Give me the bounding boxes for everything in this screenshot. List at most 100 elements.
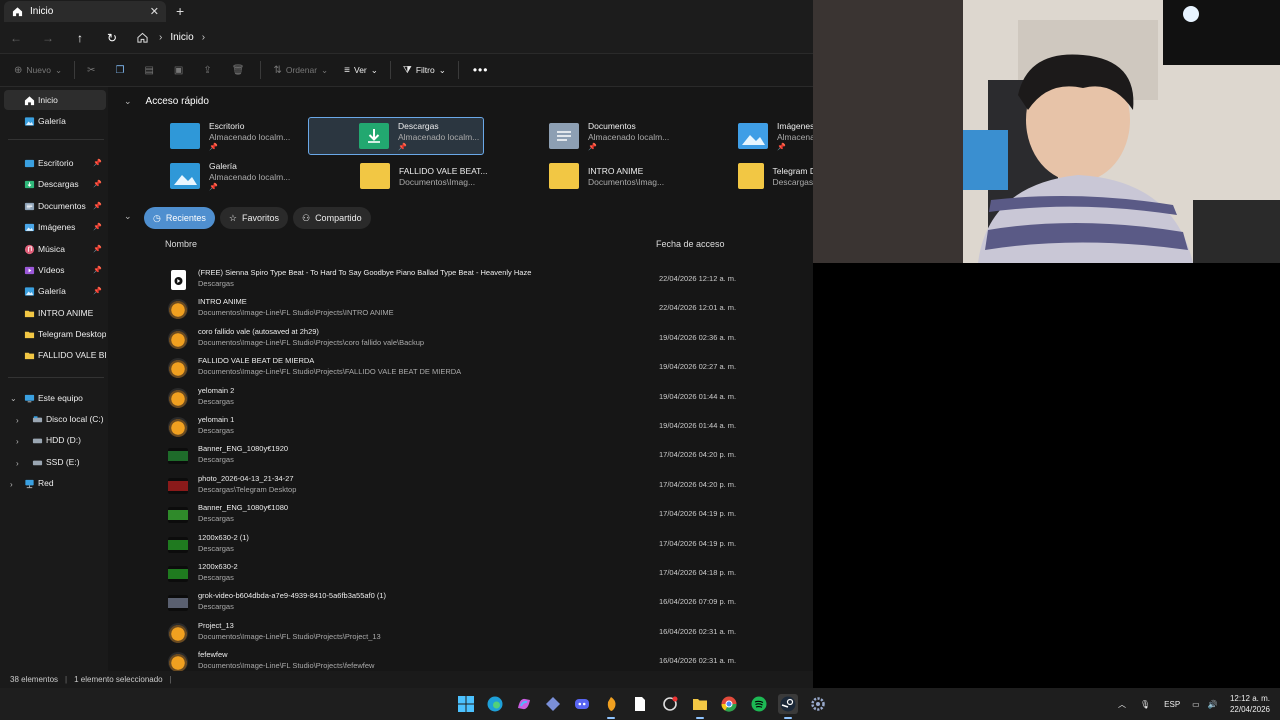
- microphone-icon[interactable]: 🎙: [1140, 700, 1150, 709]
- chevron-down-icon[interactable]: ⌄: [124, 96, 132, 107]
- quick-access-galeria[interactable]: Galería Almacenado localm... 📌: [158, 157, 334, 195]
- sidebar-item-hdd-d[interactable]: HDD (D:): [4, 430, 106, 450]
- sidebar-item-imagenes[interactable]: Imágenes 📌: [4, 217, 106, 237]
- table-row[interactable]: yelomain 1 Descargas 19/04/2026 01:44 a. m…: [164, 412, 804, 441]
- sidebar-item-disco-c[interactable]: Disco local (C:): [4, 409, 106, 429]
- table-row[interactable]: fefewfew Documentos\Image-Line\FL Studio\…: [164, 647, 804, 671]
- cut-button[interactable]: ✂: [79, 54, 107, 86]
- sidebar-item-galeria-pinned[interactable]: Galería 📌: [4, 281, 106, 301]
- forward-icon[interactable]: →: [32, 31, 64, 45]
- notification-app-icon[interactable]: [660, 694, 680, 714]
- divider: |: [169, 675, 172, 684]
- file-explorer-icon[interactable]: [690, 694, 710, 719]
- gallery-icon: [170, 163, 200, 189]
- sidebar-item-telegram-desktop[interactable]: Telegram Desktop: [4, 324, 106, 344]
- sidebar-item-red[interactable]: Red: [4, 473, 106, 493]
- windows-start-icon[interactable]: [456, 694, 476, 714]
- table-row[interactable]: (FREE) Sienna Spiro Type Beat - To Hard …: [164, 265, 804, 294]
- new-button[interactable]: ⊕ Nuevo ⌄: [0, 54, 70, 86]
- quick-access-header[interactable]: ⌄ Acceso rápido: [124, 96, 209, 107]
- sidebar-item-galeria[interactable]: Galería: [4, 111, 106, 131]
- fl-studio-icon: [168, 299, 188, 320]
- sidebar-item-label: Descargas: [38, 179, 79, 189]
- paste-button[interactable]: ▤: [136, 54, 165, 86]
- table-row[interactable]: 1200x630-2 (1) Descargas 17/04/2026 04:19 …: [164, 530, 804, 559]
- discord-icon[interactable]: [572, 694, 592, 714]
- share-button[interactable]: ⇪: [195, 54, 223, 86]
- language-indicator[interactable]: ESP: [1164, 700, 1180, 709]
- sidebar-item-documentos[interactable]: Documentos 📌: [4, 196, 106, 216]
- sidebar-item-musica[interactable]: Música 📌: [4, 239, 106, 259]
- table-row[interactable]: Banner_ENG_1080y€1920 Descargas 17/04/2026…: [164, 441, 804, 470]
- quick-access-documentos[interactable]: Documentos Almacenado localm... 📌: [537, 117, 713, 155]
- tab-favoritos[interactable]: ☆ Favoritos: [219, 207, 288, 229]
- clock[interactable]: 12:12 a. m. 22/04/2026: [1230, 693, 1270, 715]
- sidebar-item-fallido-vale-beat[interactable]: FALLIDO VALE BEAT: [4, 345, 106, 365]
- rename-button[interactable]: ▣: [166, 54, 195, 86]
- volume-icon[interactable]: 🔊: [1208, 700, 1218, 709]
- file-path: Descargas: [198, 514, 234, 524]
- delete-button[interactable]: 🗑: [224, 54, 257, 86]
- table-row[interactable]: Project_13 Documentos\Image-Line\FL Studi…: [164, 618, 804, 647]
- chrome-icon[interactable]: [719, 694, 739, 714]
- up-icon[interactable]: ↑: [64, 31, 96, 45]
- back-icon[interactable]: ←: [0, 31, 32, 45]
- taskbar: ︿ 🎙 ESP ▭ 🔊 12:12 a. m. 22/04/2026: [0, 688, 1280, 720]
- table-row[interactable]: FALLIDO VALE BEAT DE MIERDA Documentos\Im…: [164, 353, 804, 382]
- quick-access-descargas[interactable]: Descargas Almacenado localm... 📌: [308, 117, 484, 155]
- edge-icon[interactable]: [485, 694, 505, 714]
- refresh-icon[interactable]: ↻: [96, 31, 128, 45]
- desktop-folder-icon: [24, 159, 35, 167]
- pictures-folder-icon: [738, 123, 768, 149]
- new-tab-button[interactable]: +: [176, 3, 184, 19]
- copy-button[interactable]: ❐: [107, 54, 136, 86]
- tab-recientes[interactable]: ◷ Recientes: [144, 207, 215, 229]
- file-accessed-date: 17/04/2026 04:19 p. m.: [659, 538, 737, 548]
- breadcrumb-home-icon[interactable]: [133, 32, 151, 43]
- chevron-down-icon[interactable]: ⌄: [124, 211, 132, 222]
- view-button[interactable]: ≡ Ver ⌄: [336, 54, 386, 86]
- sidebar-item-label: SSD (E:): [46, 457, 80, 467]
- fl-studio-icon[interactable]: [601, 694, 621, 719]
- tab-inicio[interactable]: Inicio ✕: [4, 1, 166, 22]
- table-row[interactable]: coro fallido vale (autosaved at 2h29) Doc…: [164, 324, 804, 353]
- sort-button[interactable]: ⇅ Ordenar ⌄: [265, 54, 336, 86]
- app-icon[interactable]: [543, 694, 563, 714]
- sidebar-item-inicio[interactable]: Inicio: [4, 90, 106, 110]
- image-thumb-icon: [168, 566, 188, 582]
- steam-icon[interactable]: [778, 694, 798, 719]
- clock-icon: ◷: [153, 212, 161, 223]
- table-row[interactable]: grok-video-b604dbda-a7e9-4939-8410-5a6fb…: [164, 588, 804, 617]
- file-icon[interactable]: [630, 694, 650, 714]
- breadcrumb-inicio[interactable]: Inicio: [170, 32, 193, 43]
- table-row[interactable]: 1200x630-2 Descargas 17/04/2026 04:18 p. m…: [164, 559, 804, 588]
- divider: [8, 139, 104, 140]
- copilot-icon[interactable]: [514, 694, 534, 714]
- sidebar-item-videos[interactable]: Vídeos 📌: [4, 260, 106, 280]
- item-location: Documentos\Imag...: [399, 176, 476, 187]
- column-header-name[interactable]: Nombre: [165, 239, 197, 249]
- table-row[interactable]: photo_2026-04-13_21-34-27 Descargas\Teleg…: [164, 471, 804, 500]
- quick-access-fallido-vale-beat[interactable]: FALLIDO VALE BEAT... Documentos\Imag...: [348, 157, 524, 195]
- sidebar-item-este-equipo[interactable]: Este equipo: [4, 388, 106, 408]
- quick-access-intro-anime[interactable]: INTRO ANIME Documentos\Imag...: [537, 157, 713, 195]
- spotify-icon[interactable]: [749, 694, 769, 714]
- column-header-date[interactable]: Fecha de acceso: [656, 239, 725, 249]
- filter-button[interactable]: ⧩ Filtro ⌄: [395, 54, 454, 86]
- monitor-icon[interactable]: ▭: [1192, 700, 1200, 709]
- more-options-icon[interactable]: •••: [463, 63, 499, 77]
- table-row[interactable]: Banner_ENG_1080y€1080 Descargas 17/04/2026…: [164, 500, 804, 529]
- quick-access-imagenes[interactable]: Imágenes Almacenado 📌: [726, 117, 813, 155]
- table-row[interactable]: yelomain 2 Descargas 19/04/2026 01:44 a. m…: [164, 383, 804, 412]
- sidebar-item-descargas[interactable]: Descargas 📌: [4, 174, 106, 194]
- sidebar-item-intro-anime[interactable]: INTRO ANIME: [4, 303, 106, 323]
- chevron-up-icon[interactable]: ︿: [1118, 699, 1126, 710]
- sidebar-item-escritorio[interactable]: Escritorio 📌: [4, 153, 106, 173]
- close-tab-icon[interactable]: ✕: [150, 5, 159, 18]
- table-row[interactable]: INTRO ANIME Documentos\Image-Line\FL Stud…: [164, 294, 804, 323]
- settings-icon[interactable]: [808, 694, 828, 714]
- quick-access-telegram-desktop[interactable]: Telegram D Descargas: [726, 157, 813, 195]
- tab-compartido[interactable]: ⚇ Compartido: [292, 207, 371, 229]
- breadcrumb-chevron-icon[interactable]: ›: [202, 32, 205, 43]
- sidebar-item-ssd-e[interactable]: SSD (E:): [4, 452, 106, 472]
